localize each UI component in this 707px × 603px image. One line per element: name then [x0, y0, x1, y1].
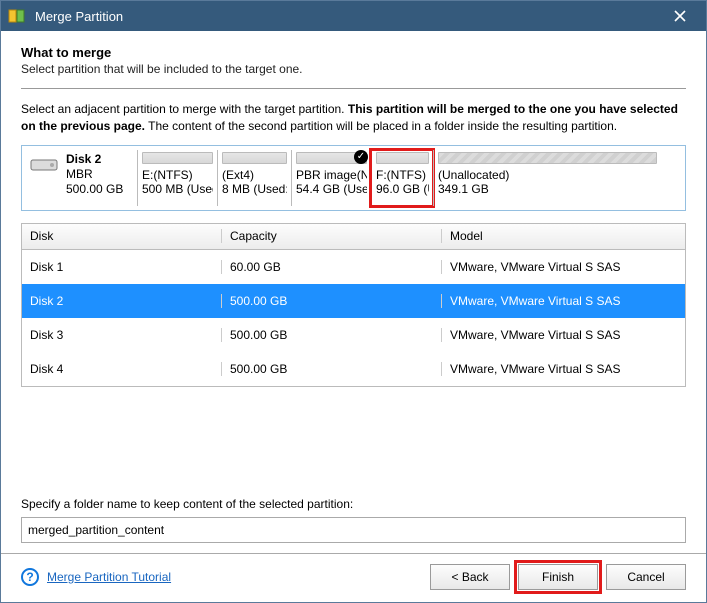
cell-disk: Disk 1 — [22, 260, 222, 274]
folder-label: Specify a folder name to keep content of… — [21, 497, 686, 511]
cell-capacity: 500.00 GB — [222, 294, 442, 308]
cell-disk: Disk 2 — [22, 294, 222, 308]
partition-size: 8 MB (Used: — [222, 182, 287, 196]
cell-capacity: 500.00 GB — [222, 328, 442, 342]
table-row[interactable]: Disk 160.00 GBVMware, VMware Virtual S S… — [22, 250, 685, 284]
disk-icon — [30, 156, 58, 174]
table-row[interactable]: Disk 3500.00 GBVMware, VMware Virtual S … — [22, 318, 685, 352]
close-button[interactable] — [660, 1, 700, 31]
disk-size: 500.00 GB — [66, 182, 123, 197]
cell-disk: Disk 4 — [22, 362, 222, 376]
partition-usage-bar — [376, 152, 429, 164]
disk-type: MBR — [66, 167, 123, 182]
table-row[interactable]: Disk 4500.00 GBVMware, VMware Virtual S … — [22, 352, 685, 386]
table-row[interactable]: Disk 2500.00 GBVMware, VMware Virtual S … — [22, 284, 685, 318]
titlebar: Merge Partition — [1, 1, 706, 31]
partition-label: (Unallocated) — [438, 168, 657, 182]
cell-disk: Disk 3 — [22, 328, 222, 342]
help-section: ? Merge Partition Tutorial — [21, 568, 171, 586]
table-body: Disk 160.00 GBVMware, VMware Virtual S S… — [22, 250, 685, 386]
col-capacity-header[interactable]: Capacity — [222, 229, 442, 243]
disk-table: Disk Capacity Model Disk 160.00 GBVMware… — [21, 223, 686, 387]
partition-block[interactable]: (Unallocated)349.1 GB — [433, 150, 661, 206]
folder-name-input[interactable] — [21, 517, 686, 543]
partition-label: (Ext4) — [222, 168, 287, 182]
partition-label: E:(NTFS) — [142, 168, 213, 182]
dialog-footer: ? Merge Partition Tutorial < Back Finish… — [1, 553, 706, 602]
cell-capacity: 60.00 GB — [222, 260, 442, 274]
checkmark-icon: ✓ — [354, 150, 368, 164]
tutorial-link[interactable]: Merge Partition Tutorial — [47, 570, 171, 584]
partition-strip: E:(NTFS)500 MB (Used(Ext4)8 MB (Used: ✓P… — [137, 150, 681, 206]
disk-info: Disk 2 MBR 500.00 GB — [26, 150, 136, 206]
window-title: Merge Partition — [35, 9, 660, 24]
table-header: Disk Capacity Model — [22, 224, 685, 250]
divider — [21, 88, 686, 89]
cell-model: VMware, VMware Virtual S SAS — [442, 328, 685, 342]
col-disk-header[interactable]: Disk — [22, 229, 222, 243]
finish-button[interactable]: Finish — [518, 564, 598, 590]
page-subheading: Select partition that will be included t… — [21, 62, 686, 76]
instruction-pre: Select an adjacent partition to merge wi… — [21, 102, 348, 116]
cell-capacity: 500.00 GB — [222, 362, 442, 376]
partition-block[interactable]: E:(NTFS)500 MB (Used — [137, 150, 217, 206]
back-button[interactable]: < Back — [430, 564, 510, 590]
partition-block[interactable]: F:(NTFS)96.0 GB (U — [371, 150, 433, 206]
partition-size: 96.0 GB (U — [376, 182, 429, 196]
partition-size: 500 MB (Used — [142, 182, 213, 196]
instruction-text: Select an adjacent partition to merge wi… — [21, 101, 686, 135]
partition-block[interactable]: (Ext4)8 MB (Used: — [217, 150, 291, 206]
partition-label: F:(NTFS) — [376, 168, 429, 182]
partition-block[interactable]: ✓ PBR image(N54.4 GB (Used — [291, 150, 371, 206]
partition-size: 54.4 GB (Used — [296, 182, 367, 196]
partition-usage-bar — [438, 152, 657, 164]
disk-name: Disk 2 — [66, 152, 123, 167]
dialog-content: What to merge Select partition that will… — [1, 31, 706, 553]
partition-size: 349.1 GB — [438, 182, 657, 196]
cancel-button[interactable]: Cancel — [606, 564, 686, 590]
partition-usage-bar — [222, 152, 287, 164]
instruction-post: The content of the second partition will… — [145, 119, 617, 133]
cell-model: VMware, VMware Virtual S SAS — [442, 260, 685, 274]
col-model-header[interactable]: Model — [442, 229, 685, 243]
cell-model: VMware, VMware Virtual S SAS — [442, 362, 685, 376]
partition-usage-bar — [142, 152, 213, 164]
merge-partition-dialog: Merge Partition What to merge Select par… — [0, 0, 707, 603]
help-icon: ? — [21, 568, 39, 586]
partition-label: PBR image(N — [296, 168, 367, 182]
cell-model: VMware, VMware Virtual S SAS — [442, 294, 685, 308]
page-heading: What to merge — [21, 45, 686, 60]
app-icon — [7, 6, 27, 26]
disk-layout-panel: Disk 2 MBR 500.00 GB E:(NTFS)500 MB (Use… — [21, 145, 686, 211]
